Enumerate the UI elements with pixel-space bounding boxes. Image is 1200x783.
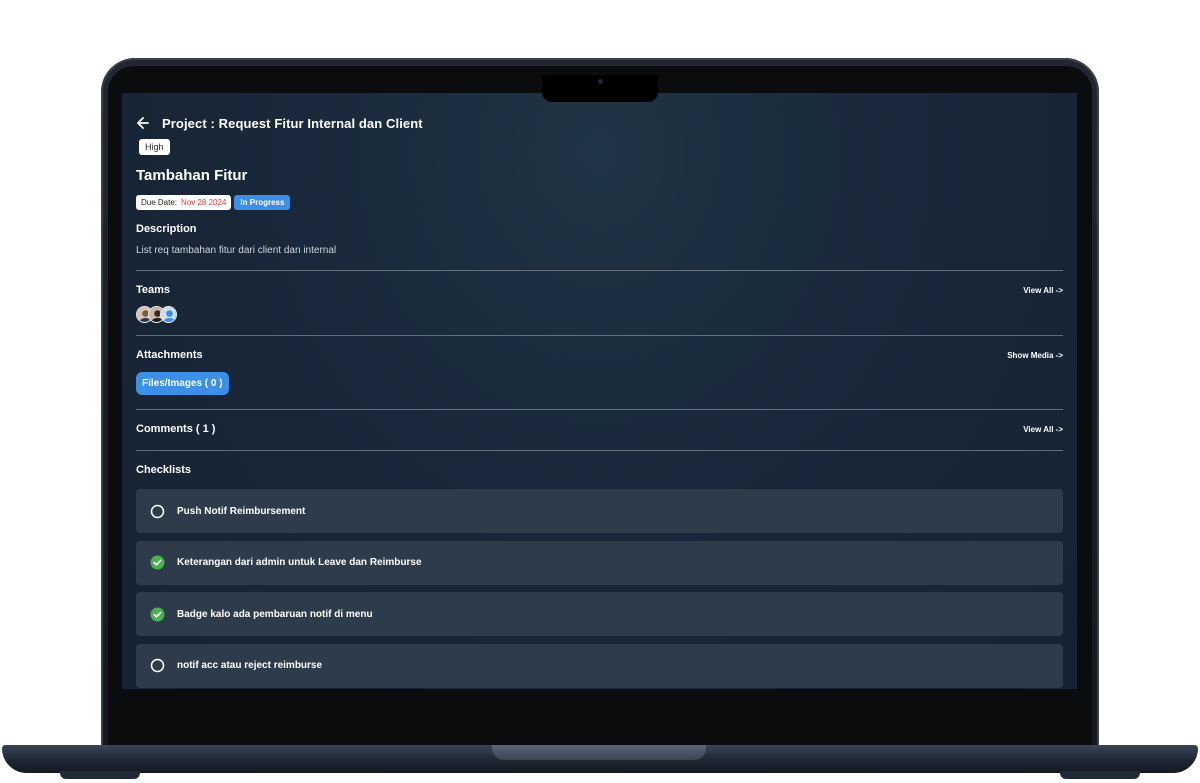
unchecked-circle-icon[interactable] [150, 504, 165, 519]
description-text: List req tambahan fitur dari client dan … [136, 245, 337, 256]
due-date-badge: Due Date: Nov 28 2024 [136, 195, 232, 210]
camera-notch [542, 75, 658, 102]
camera-icon [598, 79, 603, 84]
checklist-item[interactable]: Keterangan dari admin untuk Leave dan Re… [136, 540, 1063, 585]
checklist-item-label: Keterangan dari admin untuk Leave dan Re… [177, 557, 422, 568]
unchecked-circle-icon[interactable] [150, 658, 165, 673]
laptop-base-groove [492, 745, 706, 760]
task-title: Tambahan Fitur [136, 167, 248, 184]
checklist-item[interactable]: Push Notif Reimbursement [136, 489, 1063, 533]
app-screen: Project : Request Fitur Internal dan Cli… [122, 81, 1077, 689]
laptop-foot [1060, 771, 1140, 779]
show-media-link[interactable]: Show Media -> [1007, 351, 1063, 360]
task-meta: Due Date: Nov 28 2024 In Progress [136, 195, 291, 210]
description-heading: Description [136, 223, 197, 235]
teams-view-all-link[interactable]: View All -> [1023, 286, 1063, 295]
checklist-item[interactable]: notif acc atau reject reimburse [136, 643, 1063, 688]
avatar[interactable] [160, 306, 177, 323]
back-arrow-icon[interactable] [136, 116, 150, 130]
checked-circle-icon[interactable] [150, 607, 165, 622]
due-date-value: Nov 28 2024 [181, 198, 227, 207]
attachments-heading: Attachments [136, 349, 203, 361]
teams-heading: Teams [136, 284, 171, 296]
checklists-heading: Checklists [136, 464, 192, 476]
laptop-foot [60, 771, 140, 779]
checklist-item[interactable]: Badge kalo ada pembaruan notif di menu [136, 592, 1063, 636]
files-images-button[interactable]: Files/Images ( 0 ) [136, 372, 229, 395]
checklist-item-label: notif acc atau reject reimburse [177, 660, 323, 671]
priority-badge: High [139, 139, 170, 155]
divider [136, 409, 1063, 410]
divider [136, 450, 1063, 451]
checklist-item-label: Push Notif Reimbursement [177, 505, 306, 517]
team-avatars[interactable] [136, 306, 177, 323]
comments-heading[interactable]: Comments ( 1 ) [136, 423, 215, 435]
divider [136, 335, 1063, 336]
checked-circle-icon[interactable] [150, 555, 165, 570]
checklist-item-label: Badge kalo ada pembaruan notif di menu [177, 608, 373, 620]
status-badge: In Progress [234, 195, 291, 210]
top-bar: Project : Request Fitur Internal dan Cli… [136, 103, 423, 143]
checklist: Push Notif Reimbursement Keterangan dari… [136, 489, 1063, 689]
comments-view-all-link[interactable]: View All -> [1023, 425, 1063, 434]
page-title: Project : Request Fitur Internal dan Cli… [162, 115, 423, 131]
due-date-label: Due Date: [141, 198, 178, 207]
divider [136, 270, 1063, 271]
